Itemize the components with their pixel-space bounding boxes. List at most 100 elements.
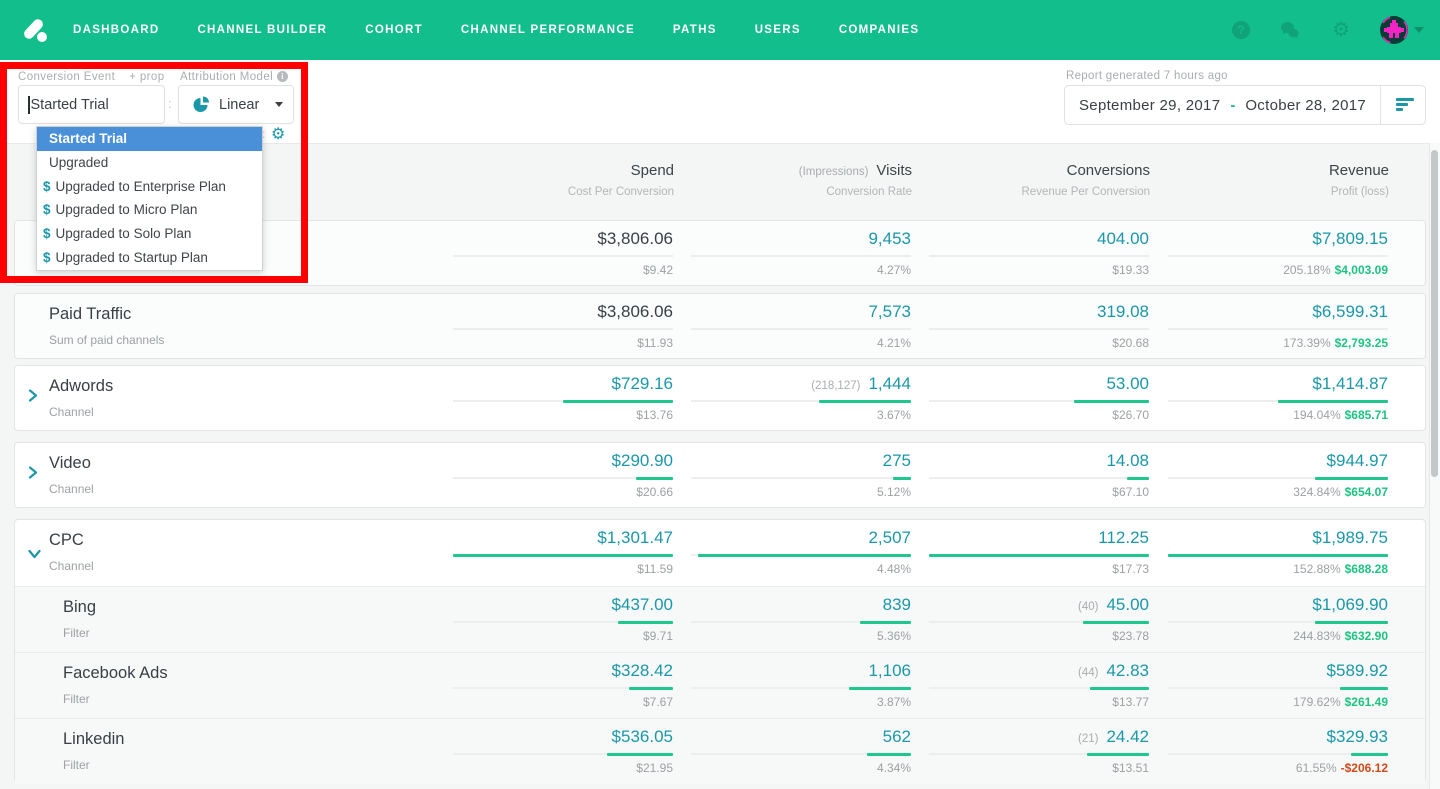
dropdown-item-upgraded-micro[interactable]: $ Upgraded to Micro Plan [37, 198, 262, 222]
value-underline [691, 620, 911, 624]
conversions-cell: (21) 24.42 $13.51 [889, 719, 1149, 785]
conversion-count-prefix: (44) [1078, 667, 1099, 679]
visits-cell: 2,507 4.48% [651, 520, 911, 586]
profit-percent: 205.18% [1283, 263, 1331, 277]
dropdown-item-label: Upgraded to Micro Plan [55, 202, 198, 218]
revenue-value: $944.97 [1326, 451, 1388, 470]
value-underline [691, 752, 911, 756]
top-nav-bar: DASHBOARD CHANNEL BUILDER COHORT CHANNEL… [0, 0, 1440, 60]
user-avatar[interactable] [1380, 16, 1408, 44]
value-underline [929, 476, 1149, 480]
value-underline [1168, 399, 1388, 403]
help-icon[interactable]: ? [1232, 21, 1251, 39]
dropdown-item-upgraded-enterprise[interactable]: $ Upgraded to Enterprise Plan [37, 175, 262, 199]
column-header-conversions: Conversions Revenue Per Conversion [870, 162, 1151, 198]
report-generated-note: Report generated 7 hours ago [1066, 70, 1228, 82]
channel-row-video[interactable]: Video Channel $290.90 $20.66 275 5.12% 1… [14, 442, 1426, 508]
revenue-cell: $7,809.15 205.18% $4,003.09 [1128, 221, 1388, 287]
filter-row-facebook-ads[interactable]: Facebook Ads Filter $328.42 $7.67 1,106 … [15, 652, 1425, 718]
filter-row-linkedin[interactable]: Linkedin Filter $536.05 $21.95 562 4.34%… [15, 718, 1425, 784]
value-underline [453, 686, 673, 690]
filter-icon[interactable] [1396, 98, 1414, 111]
value-underline [691, 255, 911, 257]
visits-cell: 7,573 4.21% [651, 294, 911, 360]
date-end: October 28, 2017 [1245, 96, 1367, 114]
profit-value: $2,793.25 [1334, 336, 1388, 350]
dropdown-item-upgraded-startup[interactable]: $ Upgraded to Startup Plan [37, 246, 262, 270]
visits-cell: 839 5.36% [651, 587, 911, 653]
conversion-count-prefix: (40) [1078, 601, 1099, 613]
revenue-cell: $1,414.87 194.04% $685.71 [1128, 366, 1388, 432]
value-underline [691, 686, 911, 690]
nav-item-dashboard[interactable]: DASHBOARD [73, 24, 159, 36]
value-underline [1168, 476, 1388, 480]
column-header-revenue: Revenue Profit (loss) [1109, 162, 1389, 198]
nav-item-companies[interactable]: COMPANIES [839, 24, 920, 36]
revenue-value: $589.92 [1326, 661, 1388, 680]
nav-item-paths[interactable]: PATHS [673, 24, 717, 36]
row-subtitle: Sum of paid channels [49, 333, 165, 347]
value-bar [1315, 620, 1388, 624]
chevron-down-icon[interactable] [28, 546, 41, 564]
chevron-right-icon[interactable] [28, 466, 38, 484]
value-bar [1168, 553, 1388, 557]
dropdown-item-upgraded-solo[interactable]: $ Upgraded to Solo Plan [37, 222, 262, 246]
pie-chart-icon [193, 96, 209, 112]
chat-icon[interactable] [1280, 21, 1302, 40]
profit-value: $261.49 [1344, 695, 1388, 709]
nav-item-channel-performance[interactable]: CHANNEL PERFORMANCE [461, 24, 635, 36]
profit-percent: 152.88% [1293, 562, 1341, 576]
value-underline [929, 553, 1149, 557]
attribution-logo[interactable] [20, 15, 50, 45]
dropdown-item-label: Upgraded to Solo Plan [55, 226, 192, 242]
chevron-down-icon[interactable] [1414, 27, 1424, 33]
attribution-model-select[interactable]: Linear [178, 85, 294, 124]
conversions-cell: 319.08 $20.68 [889, 294, 1149, 360]
profit-percent: 173.39% [1283, 336, 1331, 350]
account-menu[interactable] [1380, 16, 1424, 44]
scrollbar-thumb[interactable] [1431, 150, 1438, 477]
visits-cell: (218,127) 1,444 3.67% [651, 366, 911, 432]
conversion-event-label-text: Conversion Event [18, 71, 116, 83]
value-bar [929, 553, 1149, 557]
conversion-count-prefix: (21) [1078, 733, 1099, 745]
info-icon[interactable]: i [277, 71, 289, 83]
visits-cell: 1,106 3.87% [651, 653, 911, 719]
conversions-cell: 404.00 $19.33 [889, 221, 1149, 287]
nav-item-cohort[interactable]: COHORT [365, 24, 423, 36]
value-bar [1350, 752, 1388, 756]
conversions-cell: 53.00 $26.70 [889, 366, 1149, 432]
profit-value: -$206.12 [1340, 761, 1388, 775]
conversion-event-value: Started Trial [30, 96, 109, 113]
settings-gear-icon[interactable]: ⚙ [271, 124, 285, 144]
profit-value: $4,003.09 [1334, 263, 1388, 277]
revenue-cell: $6,599.31 173.39% $2,793.25 [1128, 294, 1388, 360]
revenue-cell: $329.93 61.55% -$206.12 [1128, 719, 1388, 785]
summary-row-paid-traffic[interactable]: Paid Traffic Sum of paid channels $3,806… [14, 293, 1426, 359]
gear-icon[interactable]: ⚙ [1332, 20, 1350, 40]
attribution-model-label: Attribution Model i [180, 71, 289, 83]
row-title: CPC [49, 531, 84, 549]
profit-percent: 179.62% [1293, 695, 1341, 709]
channel-row-adwords[interactable]: Adwords Channel $729.16 $13.76 (218,127)… [14, 365, 1426, 431]
filter-row-bing[interactable]: Bing Filter $437.00 $9.71 839 5.36% (40)… [15, 586, 1425, 652]
conversion-event-input[interactable]: Started Trial [18, 85, 165, 124]
add-prop-link[interactable]: + prop [129, 71, 164, 83]
nav-item-channel-builder[interactable]: CHANNEL BUILDER [197, 24, 327, 36]
spend-cell: $328.42 $7.67 [413, 653, 673, 719]
nav-item-users[interactable]: USERS [755, 24, 801, 36]
dropdown-item-upgraded[interactable]: Upgraded [37, 151, 262, 175]
revenue-value: $6,599.31 [1312, 302, 1388, 321]
value-bar [1339, 686, 1388, 690]
chevron-right-icon[interactable] [28, 389, 38, 407]
revenue-value: $329.93 [1326, 727, 1388, 746]
dropdown-item-started-trial[interactable]: Started Trial [37, 127, 262, 151]
date-range-picker[interactable]: September 29, 2017 - October 28, 2017 [1064, 85, 1426, 125]
nav-right-icons: ? ⚙ [1232, 16, 1424, 44]
value-underline [453, 255, 673, 257]
value-underline [1168, 752, 1388, 756]
separator-colon: : [168, 96, 172, 111]
visits-cell: 275 5.12% [651, 443, 911, 509]
value-underline [1168, 620, 1388, 624]
channel-row-cpc[interactable]: CPC Channel $1,301.47 $11.59 2,507 4.48%… [15, 520, 1425, 586]
